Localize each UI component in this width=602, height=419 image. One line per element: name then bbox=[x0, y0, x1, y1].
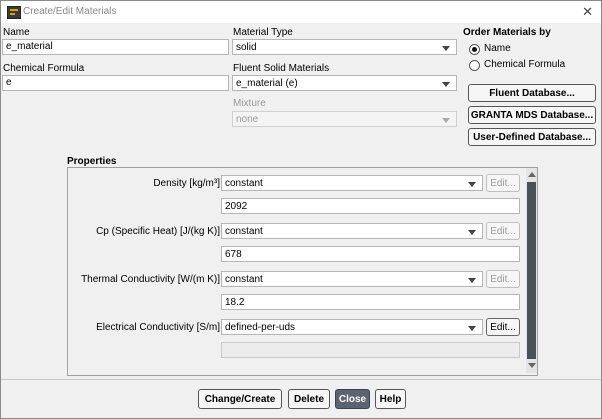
scrollbar-thumb[interactable] bbox=[527, 182, 536, 359]
thermal-conductivity-method-value: constant bbox=[225, 274, 263, 285]
density-method-value: constant bbox=[225, 178, 263, 189]
order-by-name-label: Name bbox=[484, 43, 511, 54]
cp-method-select[interactable]: constant bbox=[221, 223, 483, 239]
cp-method-value: constant bbox=[225, 226, 263, 237]
delete-button[interactable]: Delete bbox=[288, 389, 330, 409]
properties-heading: Properties bbox=[67, 156, 117, 167]
electrical-conductivity-method-value: defined-per-uds bbox=[225, 322, 296, 333]
thermal-conductivity-label: Thermal Conductivity [W/(m K)] bbox=[81, 274, 220, 285]
electrical-conductivity-label: Electrical Conductivity [S/m] bbox=[96, 322, 220, 333]
properties-panel: Density [kg/m³] constant Edit... 2092 Cp… bbox=[67, 167, 538, 376]
name-label: Name bbox=[3, 27, 30, 38]
density-method-select[interactable]: constant bbox=[221, 175, 483, 191]
radio-unselected-icon bbox=[469, 60, 480, 71]
scroll-up-arrow-icon[interactable] bbox=[528, 172, 536, 177]
chevron-down-icon bbox=[468, 230, 476, 235]
fluent-solid-materials-value: e_material (e) bbox=[236, 78, 298, 89]
density-label: Density [kg/m³] bbox=[153, 178, 220, 189]
chevron-down-icon bbox=[468, 182, 476, 187]
density-value-input[interactable]: 2092 bbox=[221, 198, 520, 214]
chevron-down-icon bbox=[468, 326, 476, 331]
help-button[interactable]: Help bbox=[375, 389, 406, 409]
thermal-conductivity-value-input[interactable]: 18.2 bbox=[221, 294, 520, 310]
fluent-database-button[interactable]: Fluent Database... bbox=[468, 84, 596, 102]
change-create-button[interactable]: Change/Create bbox=[198, 389, 282, 409]
user-defined-database-button[interactable]: User-Defined Database... bbox=[468, 128, 596, 146]
order-materials-heading: Order Materials by bbox=[463, 27, 551, 38]
radio-selected-icon bbox=[469, 44, 480, 55]
mixture-value: none bbox=[236, 114, 259, 125]
chemical-formula-label: Chemical Formula bbox=[3, 63, 85, 74]
electrical-conductivity-edit-button[interactable]: Edit... bbox=[486, 318, 520, 336]
chemical-formula-input[interactable]: e bbox=[2, 75, 229, 91]
cp-edit-button[interactable]: Edit... bbox=[486, 222, 520, 240]
cp-label: Cp (Specific Heat) [J/(kg K)] bbox=[96, 226, 220, 237]
close-button[interactable]: Close bbox=[335, 389, 370, 409]
material-type-label: Material Type bbox=[233, 27, 293, 38]
mixture-label: Mixture bbox=[233, 98, 266, 109]
chevron-down-icon bbox=[442, 46, 450, 51]
scroll-down-arrow-icon[interactable] bbox=[528, 363, 536, 368]
chevron-down-icon bbox=[468, 278, 476, 283]
electrical-conductivity-method-select[interactable]: defined-per-uds bbox=[221, 319, 483, 335]
title-bar: Create/Edit Materials ✕ bbox=[1, 1, 601, 23]
create-edit-materials-window: Create/Edit Materials ✕ Name e_material … bbox=[0, 0, 602, 419]
chevron-down-icon bbox=[442, 82, 450, 87]
window-title: Create/Edit Materials bbox=[23, 6, 117, 17]
order-by-formula-label: Chemical Formula bbox=[484, 59, 566, 70]
density-edit-button[interactable]: Edit... bbox=[486, 174, 520, 192]
properties-scrollbar[interactable] bbox=[526, 168, 537, 373]
mixture-select: none bbox=[232, 111, 457, 127]
cp-value-input[interactable]: 678 bbox=[221, 246, 520, 262]
thermal-conductivity-method-select[interactable]: constant bbox=[221, 271, 483, 287]
footer-divider bbox=[1, 379, 601, 380]
thermal-conductivity-edit-button[interactable]: Edit... bbox=[486, 270, 520, 288]
chevron-down-icon bbox=[442, 118, 450, 123]
fluent-solid-materials-select[interactable]: e_material (e) bbox=[232, 75, 457, 91]
material-type-select[interactable]: solid bbox=[232, 39, 457, 55]
electrical-conductivity-value-input bbox=[221, 342, 520, 358]
fluent-app-icon bbox=[7, 6, 21, 19]
close-icon[interactable]: ✕ bbox=[582, 4, 593, 20]
name-input[interactable]: e_material bbox=[2, 39, 229, 55]
material-type-value: solid bbox=[236, 42, 257, 53]
fluent-solid-materials-label: Fluent Solid Materials bbox=[233, 63, 330, 74]
granta-mds-database-button[interactable]: GRANTA MDS Database... bbox=[468, 106, 596, 124]
